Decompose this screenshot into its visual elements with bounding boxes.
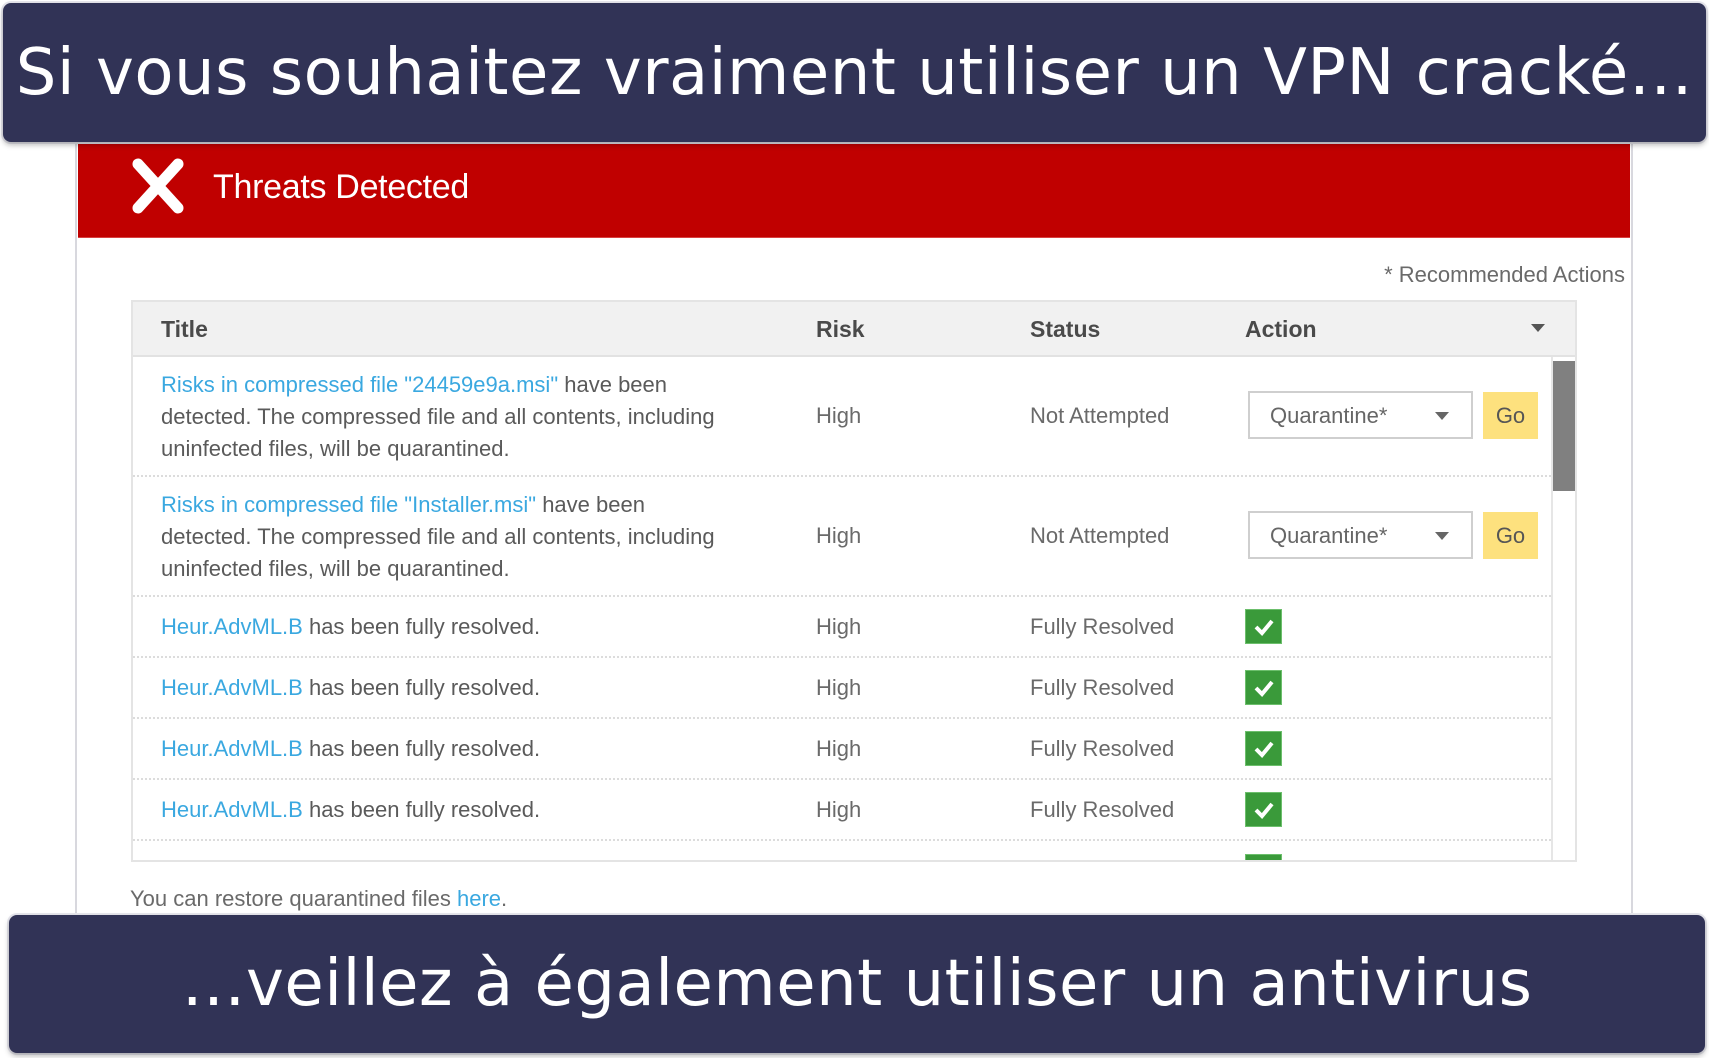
description-text: has been fully resolved. [302, 675, 541, 700]
risk-value: High [816, 403, 862, 428]
threat-link[interactable]: Heur.AdvML.B [161, 797, 303, 822]
status-value: Not Attempted [1030, 523, 1170, 548]
caption-banner-top: Si vous souhaitez vraiment utiliser un V… [3, 3, 1706, 142]
status-value: Fully Resolved [1030, 675, 1175, 700]
threat-description: Risks in compressed file "Installer.msi"… [161, 489, 715, 585]
threat-description: Risks in compressed file "24459e9a.msi" … [161, 369, 715, 465]
scrollbar-thumb[interactable] [1553, 361, 1575, 491]
table-header: Title Risk Status Action [133, 302, 1575, 357]
status-value: Fully Resolved [1030, 797, 1175, 822]
resolved-check-icon [1245, 609, 1282, 644]
restore-link[interactable]: here [457, 886, 501, 911]
table-row: Heur.AdvML.B has been fully resolved. Hi… [133, 658, 1551, 719]
column-header-status[interactable]: Status [1030, 316, 1100, 343]
threat-description: Heur.AdvML.B has been fully resolved. [161, 733, 540, 765]
threats-table: Title Risk Status Action Risks in compre… [131, 300, 1577, 862]
restore-end: . [501, 886, 508, 911]
description-text: detected. The compressed file and all co… [161, 524, 715, 549]
table-row: Heur.AdvML.B has been fully resolved. Hi… [133, 780, 1551, 841]
threat-description: Heur.AdvML.B has been fully resolved. [161, 611, 540, 643]
threat-description: Heur.AdvML.B has been fully resolved. [161, 672, 540, 704]
recommended-actions-note: * Recommended Actions [1384, 262, 1625, 287]
table-row: Risks in compressed file "24459e9a.msi" … [133, 357, 1551, 477]
action-select[interactable]: Quarantine* [1248, 511, 1473, 559]
column-header-title[interactable]: Title [161, 316, 208, 343]
table-row: Heur.AdvML.B has been fully resolved. Hi… [133, 719, 1551, 780]
threat-link[interactable]: Heur.AdvML.B [161, 675, 303, 700]
chevron-down-icon [1435, 412, 1449, 420]
partial-check-icon [1245, 854, 1282, 860]
caption-banner-bottom: …veillez à également utiliser un antivir… [9, 915, 1705, 1053]
description-text: have been [558, 372, 668, 397]
threat-link[interactable]: Risks in compressed file "24459e9a.msi" [161, 372, 558, 397]
threat-link[interactable]: Heur.AdvML.B [161, 736, 303, 761]
description-text: uninfected files, will be quarantined. [161, 436, 510, 461]
risk-value: High [816, 523, 862, 548]
column-header-risk[interactable]: Risk [816, 316, 865, 343]
dialog-title: Threats Detected [213, 168, 469, 206]
threat-link[interactable]: Heur.AdvML.B [161, 614, 303, 639]
risk-value: High [816, 797, 862, 822]
risk-value: High [816, 614, 862, 639]
description-text: uninfected files, will be quarantined. [161, 556, 510, 581]
description-text: has been fully resolved. [302, 614, 541, 639]
threat-description: Heur.AdvML.B has been fully resolved. [161, 794, 540, 826]
risk-value: High [816, 675, 862, 700]
status-value: Fully Resolved [1030, 614, 1175, 639]
chevron-down-icon[interactable] [1531, 324, 1545, 332]
description-text: has been fully resolved. [302, 797, 541, 822]
action-select-value: Quarantine* [1270, 403, 1388, 428]
chevron-down-icon [1435, 532, 1449, 540]
description-text: have been [536, 492, 645, 517]
resolved-check-icon [1245, 731, 1282, 766]
status-value: Fully Resolved [1030, 736, 1175, 761]
action-select[interactable]: Quarantine* [1248, 391, 1473, 439]
resolved-check-icon [1245, 670, 1282, 705]
x-icon [132, 158, 184, 214]
threats-header: Threats Detected [78, 142, 1630, 238]
restore-note: You can restore quarantined files here. [130, 886, 507, 912]
go-button[interactable]: Go [1483, 392, 1538, 439]
restore-text: You can restore quarantined files [130, 886, 457, 911]
description-text: has been fully resolved. [302, 736, 541, 761]
threat-link[interactable]: Risks in compressed file "Installer.msi" [161, 492, 536, 517]
column-header-action[interactable]: Action [1245, 316, 1317, 343]
status-value: Not Attempted [1030, 403, 1170, 428]
table-row: Risks in compressed file "Installer.msi"… [133, 477, 1551, 597]
risk-value: High [816, 736, 862, 761]
caption-bottom-text: …veillez à également utiliser un antivir… [181, 947, 1533, 1021]
description-text: detected. The compressed file and all co… [161, 404, 715, 429]
caption-top-text: Si vous souhaitez vraiment utiliser un V… [15, 35, 1694, 110]
table-scrollbar[interactable] [1551, 357, 1575, 860]
go-button[interactable]: Go [1483, 512, 1538, 559]
table-row: Heur.AdvML.B has been fully resolved. Hi… [133, 597, 1551, 658]
resolved-check-icon [1245, 792, 1282, 827]
action-select-value: Quarantine* [1270, 523, 1388, 548]
